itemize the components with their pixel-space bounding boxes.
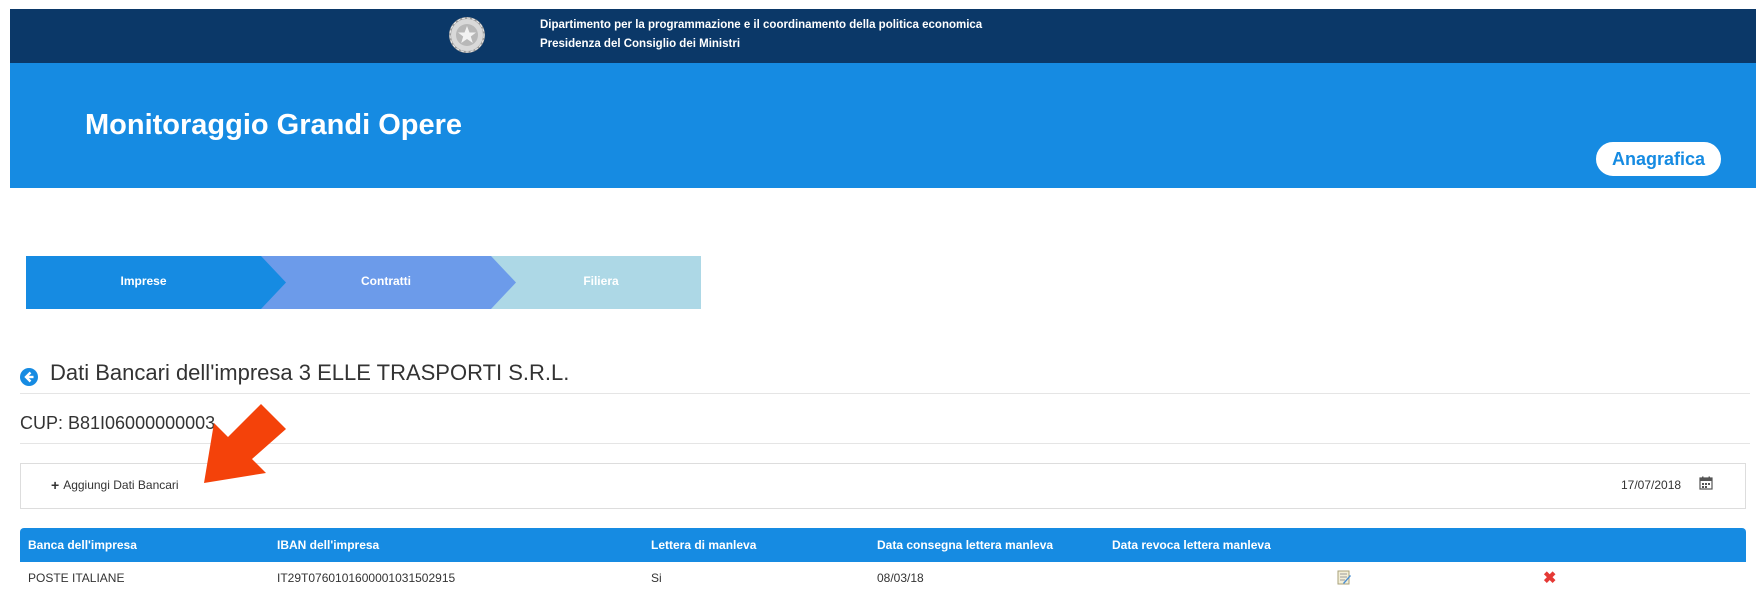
app-title: Monitoraggio Grandi Opere — [85, 109, 463, 141]
wizard-steps: Imprese Contratti Filiera — [26, 256, 701, 309]
delete-icon[interactable]: ✖ — [1543, 568, 1556, 588]
plus-icon: + — [51, 477, 60, 493]
page-title: Dati Bancari dell'impresa 3 ELLE TRASPOR… — [50, 360, 570, 385]
column-header: Data consegna lettera manleva — [877, 538, 1054, 552]
add-bank-data-label: Aggiungi Dati Bancari — [63, 478, 179, 492]
presidency-name: Presidenza del Consiglio dei Ministri — [540, 38, 741, 50]
manleva-cell: Si — [651, 571, 662, 585]
annotation-arrow-icon — [204, 404, 286, 483]
anagrafica-button[interactable]: Anagrafica — [1596, 142, 1721, 176]
column-header: Banca dell'impresa — [28, 538, 137, 552]
cup-code: CUP: B81I06000000003 — [20, 413, 216, 433]
step-contratti[interactable]: Contratti — [271, 274, 501, 288]
step-filiera[interactable]: Filiera — [506, 274, 696, 288]
step-imprese[interactable]: Imprese — [26, 274, 261, 288]
column-header: IBAN dell'impresa — [277, 538, 380, 552]
add-bank-data-button[interactable]: + Aggiungi Dati Bancari — [51, 477, 179, 493]
edit-icon[interactable] — [1337, 570, 1351, 585]
page-heading: Dati Bancari dell'impresa 3 ELLE TRASPOR… — [20, 360, 1750, 394]
date-value[interactable]: 17/07/2018 — [1621, 478, 1681, 492]
column-header: Lettera di manleva — [651, 538, 757, 552]
department-name: Dipartimento per la programmazione e il … — [540, 19, 983, 31]
iban-cell: IT29T0760101600001031502915 — [277, 571, 456, 585]
top-bar: Dipartimento per la programmazione e il … — [10, 9, 1756, 63]
back-arrow-icon[interactable] — [20, 368, 38, 386]
column-header: Data revoca lettera manleva — [1112, 538, 1271, 552]
bank-data-table: Banca dell'impresa IBAN dell'impresa Let… — [20, 528, 1746, 592]
bank-name-cell: POSTE ITALIANE — [28, 571, 125, 585]
hero-banner: Monitoraggio Grandi Opere Anagrafica — [10, 63, 1756, 188]
table-row: POSTE ITALIANE IT29T07601016000010315029… — [20, 562, 1746, 592]
italian-republic-emblem-icon — [449, 17, 485, 53]
calendar-icon[interactable] — [1699, 476, 1713, 490]
table-header: Banca dell'impresa IBAN dell'impresa Let… — [20, 528, 1746, 562]
delivery-date-cell: 08/03/18 — [877, 571, 924, 585]
